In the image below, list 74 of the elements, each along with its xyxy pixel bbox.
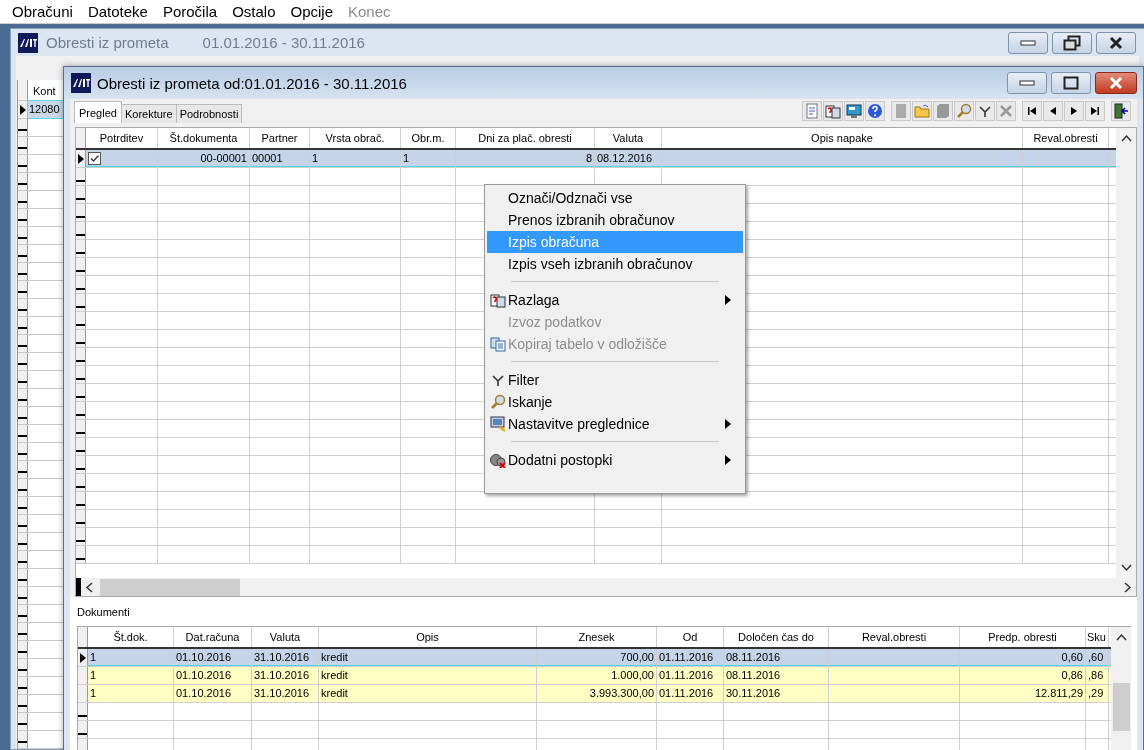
table-cell: 1 — [90, 669, 97, 681]
table-cell: 31.10.2016 — [254, 651, 310, 663]
menu-item[interactable]: Prenos izbranih obračunov — [487, 209, 743, 231]
table-cell: ,86 — [1088, 669, 1104, 681]
table-cell: 01.11.2016 — [659, 651, 714, 663]
menu-item[interactable]: Poročila — [154, 3, 225, 20]
column-header: Št.dokumenta — [158, 128, 250, 148]
menu-item[interactable]: Označi/Odznači vse — [487, 187, 743, 209]
column-header: Opis napake — [662, 128, 1023, 148]
menu-item[interactable]: Razlaga — [487, 289, 743, 311]
table-cell: 12.811,29 — [1034, 687, 1083, 699]
tab[interactable]: Korekture — [120, 104, 177, 123]
table-cell: 0,86 — [1061, 669, 1083, 681]
column-header: Dni za plač. obresti — [456, 128, 595, 148]
tab[interactable]: Pregled — [74, 101, 122, 123]
column-header: Dat.računa — [174, 627, 252, 647]
column-header: Znesek — [537, 627, 657, 647]
column-header: Obr.m. — [401, 128, 456, 148]
menu-item[interactable]: Obračuni — [4, 3, 80, 20]
table-cell: 3.993.300,00 — [589, 687, 654, 699]
table-cell: 31.10.2016 — [254, 687, 310, 699]
table-cell: 12080 — [28, 101, 63, 118]
column-header: Od — [657, 627, 724, 647]
column-header: Št.dok. — [88, 627, 174, 647]
table-cell: 08.11.2016 — [726, 669, 781, 681]
menu-item[interactable]: Iskanje — [487, 391, 743, 413]
table-cell: kredit — [321, 669, 348, 681]
column-header: Opis — [319, 627, 537, 647]
column-header: Potrditev — [86, 128, 158, 148]
menu-item[interactable]: Izpis vseh izbranih obračunov — [487, 253, 743, 275]
window-title: Obresti iz prometa — [46, 34, 169, 51]
column-header: Kont — [32, 84, 57, 99]
table-cell: 700,00 — [620, 651, 654, 663]
menu-item[interactable]: Filter — [487, 369, 743, 391]
window-title: Obresti iz prometa od:01.01.2016 - 30.11.2016 — [97, 74, 407, 92]
window-period: 01.01.2016 - 30.11.2016 — [202, 34, 365, 51]
table-cell: 08.12.2016 — [597, 152, 653, 164]
menu-item[interactable]: Nastavitve preglednice — [487, 413, 743, 435]
table-cell: 1 — [312, 152, 319, 164]
table-cell: 01.10.2016 — [176, 651, 232, 663]
menu-item[interactable]: Ostalo — [224, 3, 283, 20]
tab[interactable]: Podrobnosti — [175, 104, 243, 123]
column-header: Predp. obresti — [960, 627, 1086, 647]
table-cell: 30.11.2016 — [726, 687, 781, 699]
table-cell: 01.10.2016 — [176, 687, 232, 699]
column-header: Valuta — [595, 128, 662, 148]
column-header: Določen čas do — [724, 627, 829, 647]
table-cell: ,60 — [1088, 651, 1104, 663]
table-cell: 01.10.2016 — [176, 669, 232, 681]
column-header: Partner — [250, 128, 310, 148]
column-header: Valuta — [252, 627, 319, 647]
menu-item[interactable]: Opcije — [282, 3, 340, 20]
table-cell: kredit — [321, 687, 348, 699]
table-cell: kredit — [321, 651, 348, 663]
menu-item[interactable]: Dodatni postopki — [487, 449, 743, 471]
menu-item[interactable]: Datoteke — [79, 3, 155, 20]
section-label: Dokumenti — [77, 606, 130, 618]
table-cell: 08.11.2016 — [726, 651, 781, 663]
table-cell: 31.10.2016 — [254, 669, 310, 681]
column-header: Reval.obresti — [829, 627, 960, 647]
table-cell: 1.000,00 — [611, 669, 654, 681]
table-cell: 01.11.2016 — [659, 687, 714, 699]
table-cell: 1 — [90, 687, 97, 699]
table-cell: 01.11.2016 — [659, 669, 714, 681]
column-header: Reval.obresti — [1023, 128, 1109, 148]
column-header: Sku — [1086, 627, 1109, 647]
table-cell: 00001 — [252, 152, 283, 164]
table-cell: 8 — [585, 152, 592, 164]
table-cell: 00-00001 — [200, 152, 247, 164]
table-cell: 0,60 — [1061, 651, 1083, 663]
table-cell: 1 — [403, 152, 410, 164]
table-cell: 1 — [90, 651, 97, 663]
table-cell: ,29 — [1088, 687, 1104, 699]
column-header: Vrsta obrač. — [310, 128, 401, 148]
